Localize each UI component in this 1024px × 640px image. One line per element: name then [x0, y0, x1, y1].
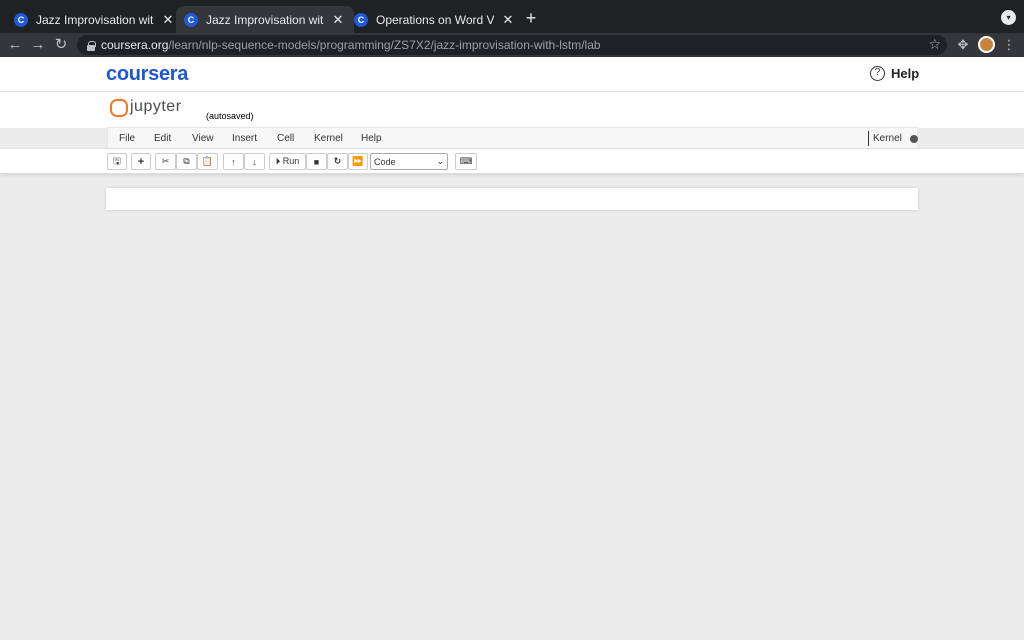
help-button[interactable]: ? Help: [870, 66, 919, 81]
browser-tab-2[interactable]: C Jazz Improvisation with LSTM ✕: [176, 6, 354, 33]
paste-icon: 📋: [201, 156, 214, 166]
insert-cell-button[interactable]: +: [131, 153, 151, 170]
menu-file[interactable]: File: [119, 133, 135, 144]
run-label: ⏵ Run: [275, 156, 300, 166]
new-tab-button[interactable]: +: [522, 8, 540, 28]
notebook-toolbar: 🖫 + ✂ ⧉ 📋 ↑ ↓ ⏵ Run ■ ↻ ⏩ Code ⌄ ⌨: [0, 149, 1024, 174]
coursera-favicon-icon: C: [184, 12, 198, 27]
tab-search-icon[interactable]: ▾: [1001, 10, 1016, 25]
tab-title: Jazz Improvisation with LSTM: [206, 12, 324, 27]
notebook-container[interactable]: [106, 188, 918, 210]
chevron-down-icon: ⌄: [436, 156, 444, 166]
jupyter-menubar: File Edit View Insert Cell Kernel Help K…: [107, 127, 918, 149]
move-up-button[interactable]: ↑: [223, 153, 244, 170]
restart-run-all-button[interactable]: ⏩: [348, 153, 368, 170]
scissors-icon: ✂: [161, 156, 170, 166]
kernel-status-icon: [909, 134, 918, 143]
puzzle-icon[interactable]: ✥: [955, 37, 971, 53]
help-label: Help: [891, 66, 920, 81]
lock-icon[interactable]: [87, 40, 96, 51]
coursera-favicon-icon: C: [354, 12, 368, 27]
back-arrow-icon[interactable]: ←: [6, 36, 24, 54]
copy-icon: ⧉: [183, 156, 190, 166]
coursera-logo[interactable]: coursera: [106, 63, 188, 86]
tab-title: Jazz Improvisation with LSTM: [36, 12, 154, 27]
close-icon[interactable]: ✕: [330, 12, 346, 28]
run-button[interactable]: ⏵ Run: [269, 153, 306, 170]
arrow-up-icon: ↑: [231, 156, 236, 167]
move-down-button[interactable]: ↓: [244, 153, 265, 170]
star-icon[interactable]: ☆: [928, 36, 941, 53]
browser-tab-3[interactable]: C Operations on Word Vectors - ✕: [346, 6, 524, 33]
close-icon[interactable]: ✕: [500, 12, 516, 28]
jupyter-logo-text: jupyter: [130, 98, 182, 115]
cut-button[interactable]: ✂: [155, 153, 176, 170]
stop-icon: ■: [313, 156, 320, 167]
address-bar[interactable]: coursera.org/learn/nlp-sequence-models/p…: [77, 35, 947, 55]
browser-toolbar: ← → ↻ coursera.org/learn/nlp-sequence-mo…: [0, 33, 1024, 57]
coursera-favicon-icon: C: [14, 12, 28, 27]
browser-tab-1[interactable]: C Jazz Improvisation with LSTM ✕: [6, 6, 184, 33]
copy-button[interactable]: ⧉: [176, 153, 197, 170]
command-palette-button[interactable]: ⌨: [455, 153, 477, 170]
jupyter-logo-icon: [110, 97, 128, 117]
kebab-menu-icon[interactable]: ⋮: [1001, 37, 1017, 53]
browser-tab-strip: C Jazz Improvisation with LSTM ✕ C Jazz …: [0, 0, 1024, 33]
menu-kernel[interactable]: Kernel: [314, 133, 343, 144]
question-icon: ?: [870, 66, 885, 81]
menu-view[interactable]: View: [192, 133, 214, 144]
keyboard-icon: ⌨: [459, 156, 473, 166]
kernel-label: Kernel: [873, 133, 902, 144]
forward-arrow-icon[interactable]: →: [29, 36, 47, 54]
coursera-header: coursera ? Help: [0, 57, 1024, 92]
kernel-indicator: Kernel: [868, 131, 918, 146]
save-icon: 🖫: [113, 155, 121, 166]
avatar[interactable]: [978, 36, 995, 53]
save-button[interactable]: 🖫: [107, 153, 127, 170]
restart-icon: ↻: [333, 156, 342, 166]
jupyter-header: jupyter (autosaved): [0, 92, 1024, 128]
menu-edit[interactable]: Edit: [154, 133, 171, 144]
interrupt-button[interactable]: ■: [306, 153, 327, 170]
tab-title: Operations on Word Vectors -: [376, 12, 494, 27]
close-icon[interactable]: ✕: [160, 12, 176, 28]
cell-type-value: Code: [374, 156, 396, 167]
paste-button[interactable]: 📋: [197, 153, 218, 170]
menu-help[interactable]: Help: [361, 133, 382, 144]
autosave-status: (autosaved): [206, 111, 254, 121]
arrow-down-icon: ↓: [252, 156, 257, 167]
jupyter-logo[interactable]: jupyter: [110, 97, 182, 117]
menu-insert[interactable]: Insert: [232, 133, 257, 144]
plus-icon: +: [137, 155, 145, 168]
fast-forward-icon: ⏩: [352, 156, 364, 166]
reload-icon[interactable]: ↻: [52, 36, 70, 54]
url-path: /learn/nlp-sequence-models/programming/Z…: [168, 38, 601, 52]
restart-button[interactable]: ↻: [327, 153, 348, 170]
cell-type-select[interactable]: Code ⌄: [370, 153, 448, 170]
menu-cell[interactable]: Cell: [277, 133, 294, 144]
url-host: coursera.org: [101, 38, 169, 52]
